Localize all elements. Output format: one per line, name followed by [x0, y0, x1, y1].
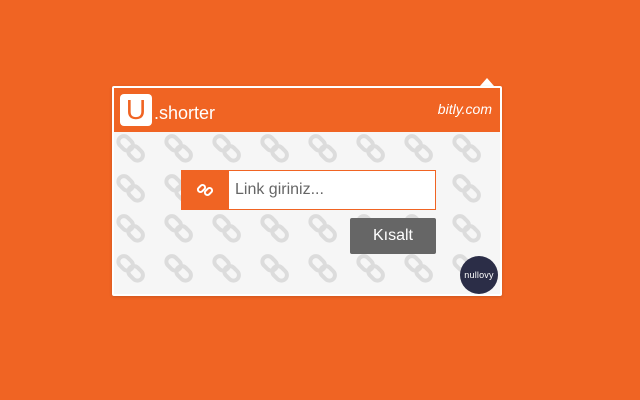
popup-body: Kısalt nullovy: [114, 132, 500, 294]
badge-text: nullovy: [464, 270, 494, 280]
url-input-group: [181, 170, 436, 210]
app-logo: U: [120, 94, 152, 126]
extension-popup: U .shorter bitly.com Link giriniz... Kıs…: [112, 86, 502, 296]
app-name: .shorter: [154, 102, 216, 123]
url-input[interactable]: [229, 170, 436, 210]
nullovy-badge[interactable]: nullovy: [460, 256, 498, 294]
popup-arrow: [480, 78, 494, 86]
app-logo-letter: U: [125, 94, 147, 125]
link-icon-box: [181, 170, 229, 210]
shorten-button[interactable]: Kısalt: [350, 218, 436, 254]
chain-pattern-background: [114, 132, 500, 294]
link-icon: [196, 183, 214, 197]
popup-header: U .shorter bitly.com: [114, 88, 500, 132]
provider-label: bitly.com: [437, 101, 492, 117]
